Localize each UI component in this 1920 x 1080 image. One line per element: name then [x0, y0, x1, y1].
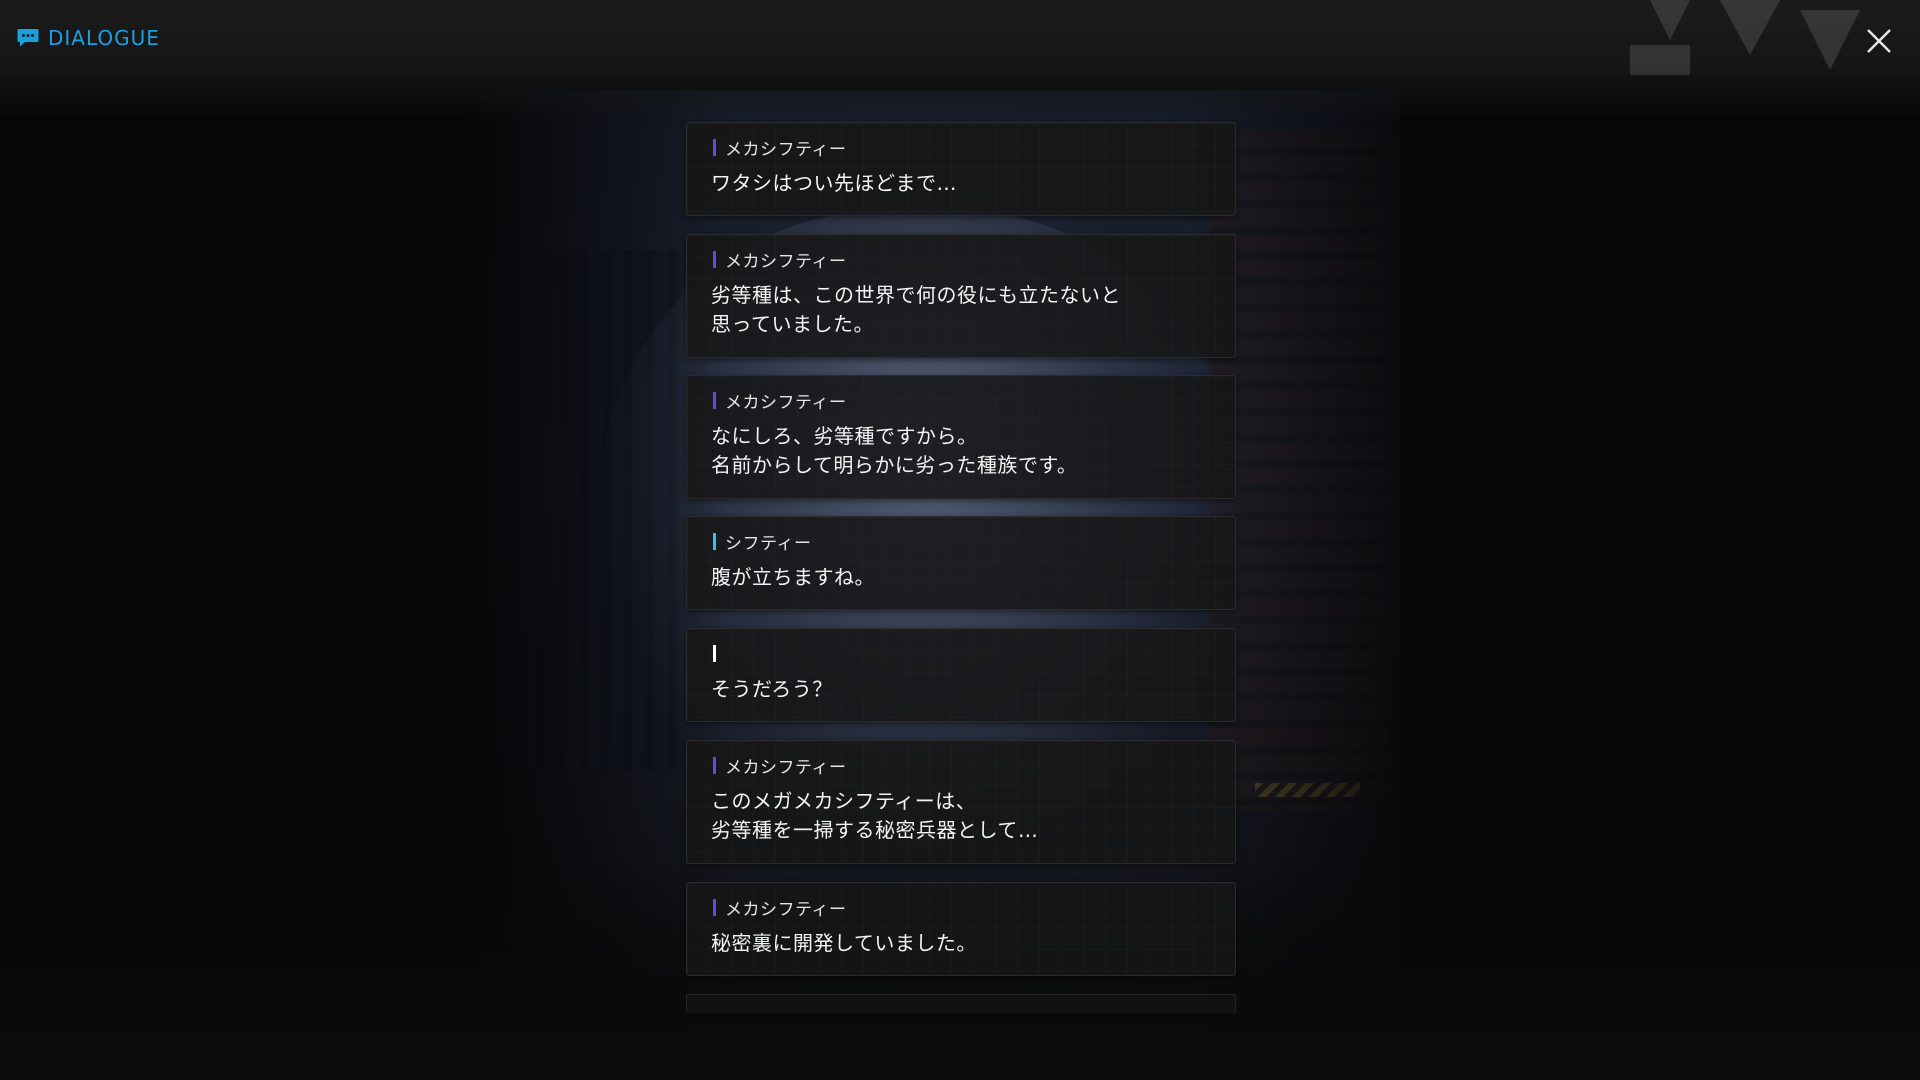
- speaker-marker: [713, 138, 716, 156]
- dialogue-entry: シフティー 腹が立ちますね。: [686, 516, 1236, 610]
- dialogue-entry: メカシフティー なにしろ、劣等種ですから。 名前からして明らかに劣った種族です。: [686, 375, 1236, 499]
- speaker-tag: メカシフティー: [713, 755, 847, 778]
- speaker-name: メカシフティー: [725, 139, 847, 160]
- dialogue-entry: そうだろう？: [686, 628, 1236, 722]
- dialogue-entry: メカシフティー 秘密裏に開発していました。: [686, 882, 1236, 976]
- speaker-name: メカシフティー: [725, 251, 847, 272]
- speaker-tag: メカシフティー: [713, 249, 847, 272]
- dialogue-entry: メカシフティー 劣等種は、この世界で何の役にも立たないと 思っていました。: [686, 234, 1236, 358]
- page-title-text: DIALOGUE: [48, 26, 160, 50]
- close-button[interactable]: [1862, 24, 1896, 58]
- dialogue-text: このメガメカシフティーは、 劣等種を一掃する秘密兵器として…: [711, 789, 1039, 842]
- dialogue-entry: メカシフティー ワタシはつい先ほどまで…: [686, 122, 1236, 216]
- speaker-marker: [713, 250, 716, 268]
- header-bar: DIALOGUE: [0, 0, 1920, 120]
- speaker-tag: メカシフティー: [713, 897, 847, 920]
- close-icon: [1867, 29, 1891, 53]
- speaker-marker: [713, 644, 716, 662]
- header-decoration: [1630, 0, 1860, 75]
- speaker-marker: [713, 391, 716, 409]
- speaker-name: メカシフティー: [725, 899, 847, 920]
- dialogue-text: 腹が立ちますね。: [711, 565, 875, 589]
- speaker-tag: メカシフティー: [713, 137, 847, 160]
- speaker-marker: [713, 756, 716, 774]
- dialogue-text: 秘密裏に開発していました。: [711, 931, 977, 955]
- chat-bubble-icon: [17, 29, 39, 47]
- dialogue-text: なにしろ、劣等種ですから。 名前からして明らかに劣った種族です。: [711, 424, 1078, 477]
- speaker-name: シフティー: [725, 533, 812, 554]
- dialogue-text: そうだろう？: [711, 677, 833, 701]
- dialogue-log-screen: DIALOGUE メカシフティー ワタシはつい先ほどまで… メカシフティー 劣等…: [0, 0, 1920, 1080]
- dialogue-text: ワタシはつい先ほどまで…: [711, 171, 957, 195]
- dialogue-entry: メカシフティー このメガメカシフティーは、 劣等種を一掃する秘密兵器として…: [686, 740, 1236, 864]
- speaker-tag: メカシフティー: [713, 390, 847, 413]
- page-title: DIALOGUE: [17, 26, 160, 50]
- speaker-name: メカシフティー: [725, 757, 847, 778]
- speaker-name: メカシフティー: [725, 392, 847, 413]
- speaker-marker: [713, 532, 716, 550]
- dialogue-entry-partial: [686, 994, 1236, 1013]
- speaker-tag: シフティー: [713, 531, 812, 554]
- dialogue-text: 劣等種は、この世界で何の役にも立たないと 思っていました。: [711, 283, 1121, 336]
- speaker-marker: [713, 898, 716, 916]
- speaker-tag: [713, 643, 725, 663]
